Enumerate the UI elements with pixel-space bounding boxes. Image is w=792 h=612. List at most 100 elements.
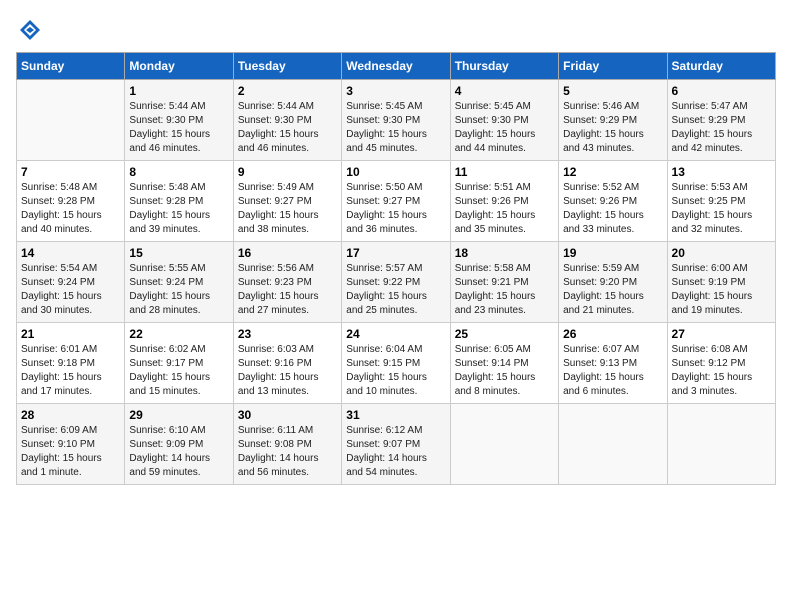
day-info: Sunrise: 6:12 AM Sunset: 9:07 PM Dayligh… [346, 424, 445, 480]
calendar-week-2: 7 Sunrise: 5:48 AM Sunset: 9:28 PM Daylig… [17, 161, 776, 242]
calendar-cell: 3 Sunrise: 5:45 AM Sunset: 9:30 PM Daylig… [342, 80, 450, 161]
day-number: 8 [129, 165, 228, 179]
col-header-wednesday: Wednesday [342, 53, 450, 80]
day-info: Sunrise: 5:54 AM Sunset: 9:24 PM Dayligh… [21, 262, 120, 318]
calendar-cell: 16 Sunrise: 5:56 AM Sunset: 9:23 PM Dayli… [233, 242, 341, 323]
day-number: 11 [455, 165, 554, 179]
calendar-cell: 1 Sunrise: 5:44 AM Sunset: 9:30 PM Daylig… [125, 80, 233, 161]
calendar-header-row: SundayMondayTuesdayWednesdayThursdayFrid… [17, 53, 776, 80]
day-info: Sunrise: 5:53 AM Sunset: 9:25 PM Dayligh… [672, 181, 771, 237]
day-info: Sunrise: 5:49 AM Sunset: 9:27 PM Dayligh… [238, 181, 337, 237]
calendar-week-4: 21 Sunrise: 6:01 AM Sunset: 9:18 PM Dayli… [17, 323, 776, 404]
calendar-cell: 24 Sunrise: 6:04 AM Sunset: 9:15 PM Dayli… [342, 323, 450, 404]
day-info: Sunrise: 5:50 AM Sunset: 9:27 PM Dayligh… [346, 181, 445, 237]
day-number: 20 [672, 246, 771, 260]
day-number: 10 [346, 165, 445, 179]
day-number: 18 [455, 246, 554, 260]
calendar-cell: 21 Sunrise: 6:01 AM Sunset: 9:18 PM Dayli… [17, 323, 125, 404]
calendar-cell [450, 404, 558, 485]
col-header-monday: Monday [125, 53, 233, 80]
day-info: Sunrise: 5:57 AM Sunset: 9:22 PM Dayligh… [346, 262, 445, 318]
day-info: Sunrise: 6:02 AM Sunset: 9:17 PM Dayligh… [129, 343, 228, 399]
calendar-cell: 31Sunrise: 6:12 AM Sunset: 9:07 PM Dayli… [342, 404, 450, 485]
calendar-week-3: 14 Sunrise: 5:54 AM Sunset: 9:24 PM Dayli… [17, 242, 776, 323]
day-number: 7 [21, 165, 120, 179]
calendar-cell: 8 Sunrise: 5:48 AM Sunset: 9:28 PM Daylig… [125, 161, 233, 242]
day-number: 19 [563, 246, 662, 260]
day-number: 14 [21, 246, 120, 260]
day-number: 22 [129, 327, 228, 341]
day-number: 1 [129, 84, 228, 98]
day-number: 29 [129, 408, 228, 422]
day-info: Sunrise: 5:56 AM Sunset: 9:23 PM Dayligh… [238, 262, 337, 318]
day-number: 17 [346, 246, 445, 260]
day-number: 28 [21, 408, 120, 422]
col-header-thursday: Thursday [450, 53, 558, 80]
calendar-week-1: 1 Sunrise: 5:44 AM Sunset: 9:30 PM Daylig… [17, 80, 776, 161]
calendar-cell: 23Sunrise: 6:03 AM Sunset: 9:16 PM Dayli… [233, 323, 341, 404]
day-info: Sunrise: 5:44 AM Sunset: 9:30 PM Dayligh… [129, 100, 228, 156]
calendar-cell: 28Sunrise: 6:09 AM Sunset: 9:10 PM Dayli… [17, 404, 125, 485]
calendar-cell: 4Sunrise: 5:45 AM Sunset: 9:30 PM Daylig… [450, 80, 558, 161]
calendar-cell: 7 Sunrise: 5:48 AM Sunset: 9:28 PM Daylig… [17, 161, 125, 242]
calendar-cell: 2 Sunrise: 5:44 AM Sunset: 9:30 PM Daylig… [233, 80, 341, 161]
day-info: Sunrise: 5:52 AM Sunset: 9:26 PM Dayligh… [563, 181, 662, 237]
calendar-cell: 29 Sunrise: 6:10 AM Sunset: 9:09 PM Dayli… [125, 404, 233, 485]
calendar-cell: 9 Sunrise: 5:49 AM Sunset: 9:27 PM Daylig… [233, 161, 341, 242]
day-number: 24 [346, 327, 445, 341]
day-number: 9 [238, 165, 337, 179]
day-info: Sunrise: 6:10 AM Sunset: 9:09 PM Dayligh… [129, 424, 228, 480]
day-info: Sunrise: 5:48 AM Sunset: 9:28 PM Dayligh… [129, 181, 228, 237]
logo [16, 16, 48, 44]
calendar-cell: 25 Sunrise: 6:05 AM Sunset: 9:14 PM Dayli… [450, 323, 558, 404]
day-info: Sunrise: 6:00 AM Sunset: 9:19 PM Dayligh… [672, 262, 771, 318]
day-info: Sunrise: 6:08 AM Sunset: 9:12 PM Dayligh… [672, 343, 771, 399]
calendar-body: 1 Sunrise: 5:44 AM Sunset: 9:30 PM Daylig… [17, 80, 776, 485]
calendar-week-5: 28Sunrise: 6:09 AM Sunset: 9:10 PM Dayli… [17, 404, 776, 485]
day-number: 26 [563, 327, 662, 341]
calendar-cell: 19 Sunrise: 5:59 AM Sunset: 9:20 PM Dayli… [559, 242, 667, 323]
page-header [16, 16, 776, 44]
day-number: 6 [672, 84, 771, 98]
calendar-cell: 20 Sunrise: 6:00 AM Sunset: 9:19 PM Dayli… [667, 242, 775, 323]
day-info: Sunrise: 6:05 AM Sunset: 9:14 PM Dayligh… [455, 343, 554, 399]
calendar-cell: 5 Sunrise: 5:46 AM Sunset: 9:29 PM Daylig… [559, 80, 667, 161]
calendar-cell: 27 Sunrise: 6:08 AM Sunset: 9:12 PM Dayli… [667, 323, 775, 404]
day-info: Sunrise: 5:46 AM Sunset: 9:29 PM Dayligh… [563, 100, 662, 156]
day-number: 2 [238, 84, 337, 98]
day-info: Sunrise: 5:59 AM Sunset: 9:20 PM Dayligh… [563, 262, 662, 318]
day-number: 3 [346, 84, 445, 98]
calendar-cell: 11Sunrise: 5:51 AM Sunset: 9:26 PM Dayli… [450, 161, 558, 242]
day-info: Sunrise: 5:47 AM Sunset: 9:29 PM Dayligh… [672, 100, 771, 156]
day-number: 25 [455, 327, 554, 341]
day-number: 16 [238, 246, 337, 260]
day-number: 30 [238, 408, 337, 422]
calendar-cell: 30 Sunrise: 6:11 AM Sunset: 9:08 PM Dayli… [233, 404, 341, 485]
calendar-cell: 10 Sunrise: 5:50 AM Sunset: 9:27 PM Dayli… [342, 161, 450, 242]
day-info: Sunrise: 6:01 AM Sunset: 9:18 PM Dayligh… [21, 343, 120, 399]
calendar-cell [17, 80, 125, 161]
day-number: 15 [129, 246, 228, 260]
day-info: Sunrise: 6:07 AM Sunset: 9:13 PM Dayligh… [563, 343, 662, 399]
day-info: Sunrise: 5:45 AM Sunset: 9:30 PM Dayligh… [346, 100, 445, 156]
day-info: Sunrise: 5:55 AM Sunset: 9:24 PM Dayligh… [129, 262, 228, 318]
day-number: 13 [672, 165, 771, 179]
day-info: Sunrise: 5:58 AM Sunset: 9:21 PM Dayligh… [455, 262, 554, 318]
day-number: 27 [672, 327, 771, 341]
day-info: Sunrise: 5:48 AM Sunset: 9:28 PM Dayligh… [21, 181, 120, 237]
logo-icon [16, 16, 44, 44]
col-header-sunday: Sunday [17, 53, 125, 80]
col-header-saturday: Saturday [667, 53, 775, 80]
day-number: 5 [563, 84, 662, 98]
col-header-friday: Friday [559, 53, 667, 80]
day-number: 23 [238, 327, 337, 341]
day-info: Sunrise: 5:45 AM Sunset: 9:30 PM Dayligh… [455, 100, 554, 156]
calendar-table: SundayMondayTuesdayWednesdayThursdayFrid… [16, 52, 776, 485]
day-info: Sunrise: 5:44 AM Sunset: 9:30 PM Dayligh… [238, 100, 337, 156]
day-number: 21 [21, 327, 120, 341]
day-info: Sunrise: 6:11 AM Sunset: 9:08 PM Dayligh… [238, 424, 337, 480]
calendar-cell: 15 Sunrise: 5:55 AM Sunset: 9:24 PM Dayli… [125, 242, 233, 323]
col-header-tuesday: Tuesday [233, 53, 341, 80]
day-number: 12 [563, 165, 662, 179]
day-info: Sunrise: 6:04 AM Sunset: 9:15 PM Dayligh… [346, 343, 445, 399]
